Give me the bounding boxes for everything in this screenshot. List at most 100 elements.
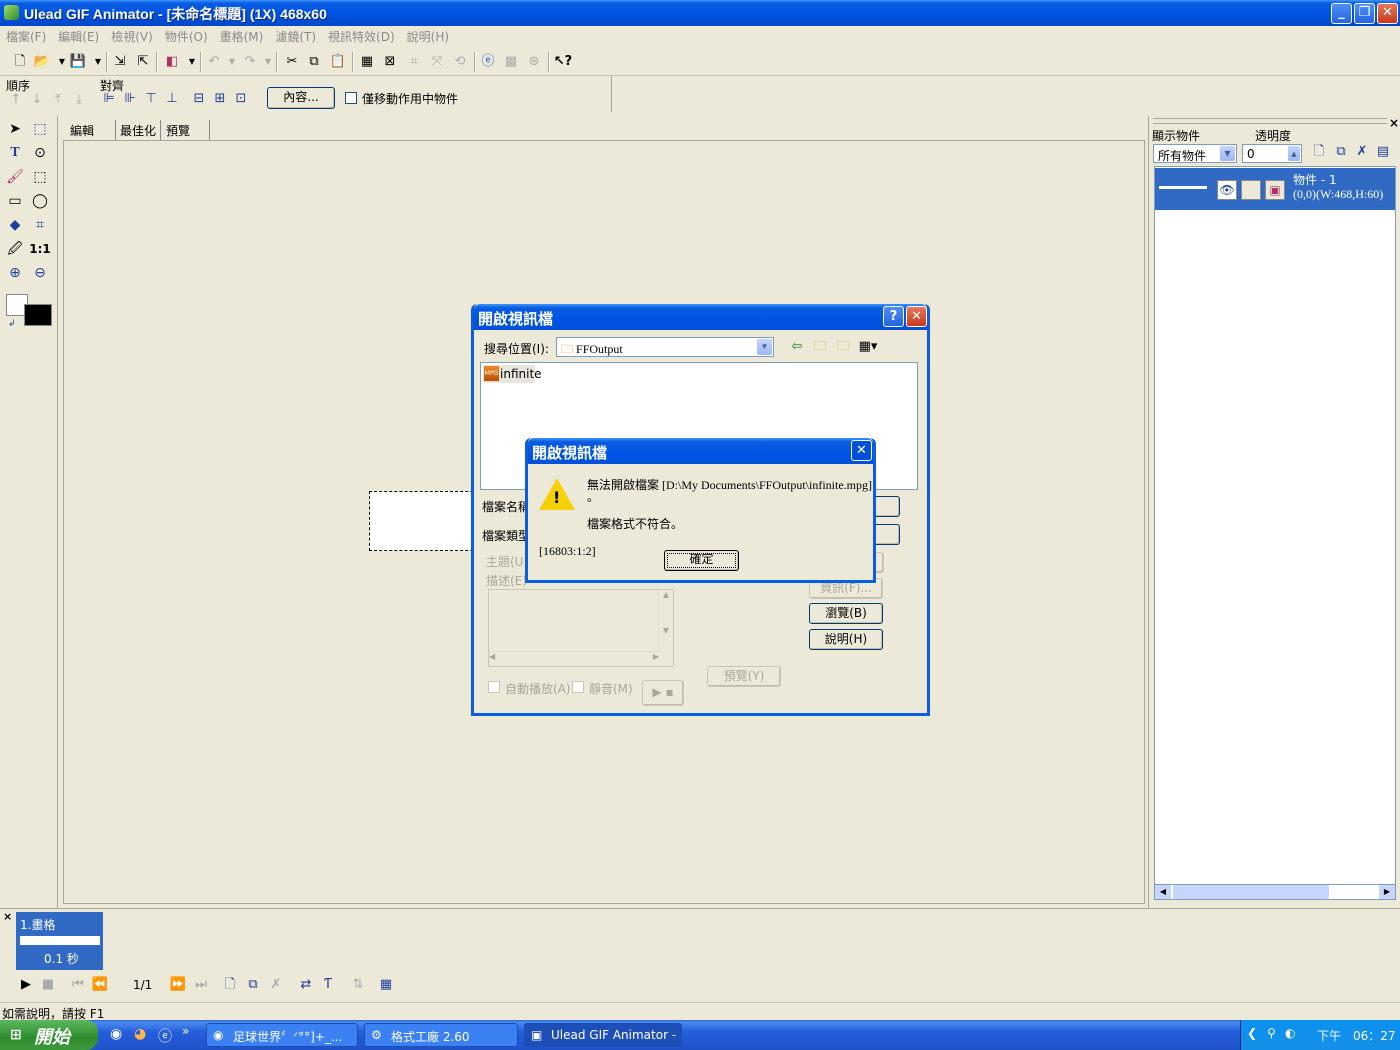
eyedropper-tool-icon[interactable]: 🖉 [4,238,26,260]
crop-icon[interactable]: ⌗ [404,52,424,72]
new-object-icon[interactable]: 🗋 [1309,142,1329,162]
frame-panel-close-icon[interactable]: × [3,910,12,923]
opacity-spinner[interactable]: 0 ▲ [1242,144,1302,163]
center-vertical-icon[interactable]: ⊞ [210,89,230,109]
center-both-icon[interactable]: ⊡ [231,89,251,109]
object-list-scrollbar[interactable]: ◀ ▶ [1154,884,1396,900]
menu-file[interactable]: 檔案(F) [0,26,52,45]
view-menu-icon[interactable]: ▦▾ [858,337,878,357]
error-dialog-close-button[interactable]: ✕ [851,440,872,461]
cut-icon[interactable]: ✂ [282,52,302,72]
paintbrush-tool-icon[interactable]: 🖌 [4,166,26,188]
align-right-icon[interactable]: ⊪ [120,89,140,109]
desc-vscroll[interactable]: ▲ ▼ [658,590,673,652]
first-frame-icon[interactable]: ⏮ [68,975,88,995]
copy-icon[interactable]: ⧉ [304,52,324,72]
new-file-icon[interactable]: 🗋 [10,52,30,72]
show-objects-select[interactable]: 所有物件 ▼ [1153,144,1237,163]
play-icon[interactable]: ▶ [16,975,36,995]
optimize-icon[interactable]: ▩ [501,52,521,72]
undo-dropdown-icon[interactable]: ▼ [222,52,242,72]
fill-tool-icon[interactable]: ◆ [4,214,26,236]
tray-app-icon[interactable]: ◐ [1285,1026,1295,1040]
last-frame-icon[interactable]: ⏭ [191,975,211,995]
scroll-right-icon[interactable]: ▶ [1379,885,1395,899]
banner-text-icon[interactable]: Ƭ [318,975,338,995]
tab-preview[interactable]: 預覽 [162,120,210,140]
wizard-icon[interactable]: ◧ [162,52,182,72]
restore-button[interactable]: ❐ [1354,3,1375,24]
object-row[interactable]: 👁 ▣ 物件 - 1 (0,0)(W:468,H:60) [1155,168,1395,210]
stop-icon[interactable]: ■ [38,975,58,995]
minimize-button[interactable]: _ [1331,3,1352,24]
tween-icon[interactable]: ⇄ [296,975,316,995]
send-back-icon[interactable]: ⤓ [69,90,89,110]
open-dialog-help-button[interactable]: ? [883,306,904,327]
panel-close-icon[interactable]: × [1389,116,1399,130]
play-preview-button[interactable]: ▶ ▪ [642,680,684,706]
send-backward-icon[interactable]: ↓ [27,90,47,110]
new-folder-icon[interactable]: 🗀 [833,337,853,357]
scroll-left-icon[interactable]: ◀ [1155,885,1171,899]
transform-tool-icon[interactable]: ⊙ [29,142,51,164]
duplicate-object-icon[interactable]: ⧉ [1331,142,1351,162]
align-left-icon[interactable]: ⊫ [99,89,119,109]
preview-button[interactable]: 預覽(Y) [707,666,781,687]
center-horizontal-icon[interactable]: ⊟ [189,89,209,109]
eraser-tool-icon[interactable]: ▭ [4,190,26,212]
crop-tool-icon[interactable]: ⌗ [29,214,51,236]
clone-tool-icon[interactable]: ⬚ [29,166,51,188]
quicklaunch-ie-icon[interactable]: ⓔ [158,1026,172,1046]
align-bottom-icon[interactable]: ⊥ [162,89,182,109]
marquee-tool-icon[interactable]: ⬚ [29,118,51,140]
prev-frame-icon[interactable]: ⏪ [90,975,110,995]
menu-object[interactable]: 物件(O) [159,26,214,45]
object-list[interactable] [1154,166,1396,886]
autoplay-checkbox[interactable] [488,681,500,693]
open-file-icon[interactable]: 📂 [32,52,52,72]
back-icon[interactable]: ⇦ [787,337,807,357]
up-folder-icon[interactable]: 🗀 [810,337,830,357]
menu-edit[interactable]: 編輯(E) [52,26,105,45]
quicklaunch-more-icon[interactable]: » [182,1024,189,1038]
import-icon[interactable]: ⇲ [110,52,130,72]
tray-expand-icon[interactable]: ❮ [1247,1026,1257,1040]
task-football-world[interactable]: ◉ 足球世界〞ᐟ°°]+_... [206,1023,358,1047]
mute-checkbox[interactable] [572,681,584,693]
help-button[interactable]: 說明(H) [809,629,883,650]
tab-optimize[interactable]: 最佳化 [116,120,161,140]
swap-colors-icon[interactable]: ↲ [8,319,16,329]
duplicate-frame-icon[interactable]: ⧉ [243,975,263,995]
lookin-select[interactable]: 🗀 FFOutput ▼ [556,337,774,357]
delete-frame-small-icon[interactable]: ✗ [266,975,286,995]
content-button[interactable]: 內容... [267,87,335,109]
redo-icon[interactable]: ↷ [240,52,260,72]
start-button[interactable]: ⊞ 開始 [0,1020,98,1050]
text-tool-icon[interactable]: T [4,142,26,164]
menu-filter[interactable]: 濾鏡(T) [269,26,322,45]
lasso-tool-icon[interactable]: ◯ [29,190,51,212]
add-frame-icon[interactable]: 🗋 [220,975,240,995]
browse-button[interactable]: 瀏覽(B) [809,603,883,624]
frame-props-icon[interactable]: ▦ [357,52,377,72]
tray-clock[interactable]: 下午 06：27 [1317,1027,1396,1044]
panel-grip[interactable] [1153,118,1387,124]
frame-props-small-icon[interactable]: ▦ [376,975,396,995]
task-format-factory[interactable]: ⚙ 格式工廠 2.60 [364,1023,518,1047]
quicklaunch-chrome-icon[interactable]: ◉ [110,1026,122,1042]
menu-view[interactable]: 檢視(V) [105,26,159,45]
eye-icon[interactable]: 👁 [1217,180,1237,200]
menu-help[interactable]: 說明(H) [401,26,455,45]
context-help-icon[interactable]: ↖? [553,52,573,72]
save-icon[interactable]: 💾 [68,52,88,72]
undo-icon[interactable]: ↶ [204,52,224,72]
next-frame-icon[interactable]: ⏩ [168,975,188,995]
tray-network-icon[interactable]: ⚲ [1267,1026,1276,1040]
scroll-thumb[interactable] [1173,885,1329,899]
desc-hscroll[interactable]: ◀ ▶ [489,651,659,666]
redo-dropdown-icon[interactable]: ▼ [258,52,278,72]
bring-front-icon[interactable]: ⤒ [48,90,68,110]
save-dropdown-icon[interactable]: ▼ [88,52,108,72]
color-icon[interactable]: ▣ [1265,180,1285,200]
pick-tool-icon[interactable]: ➤ [4,118,26,140]
